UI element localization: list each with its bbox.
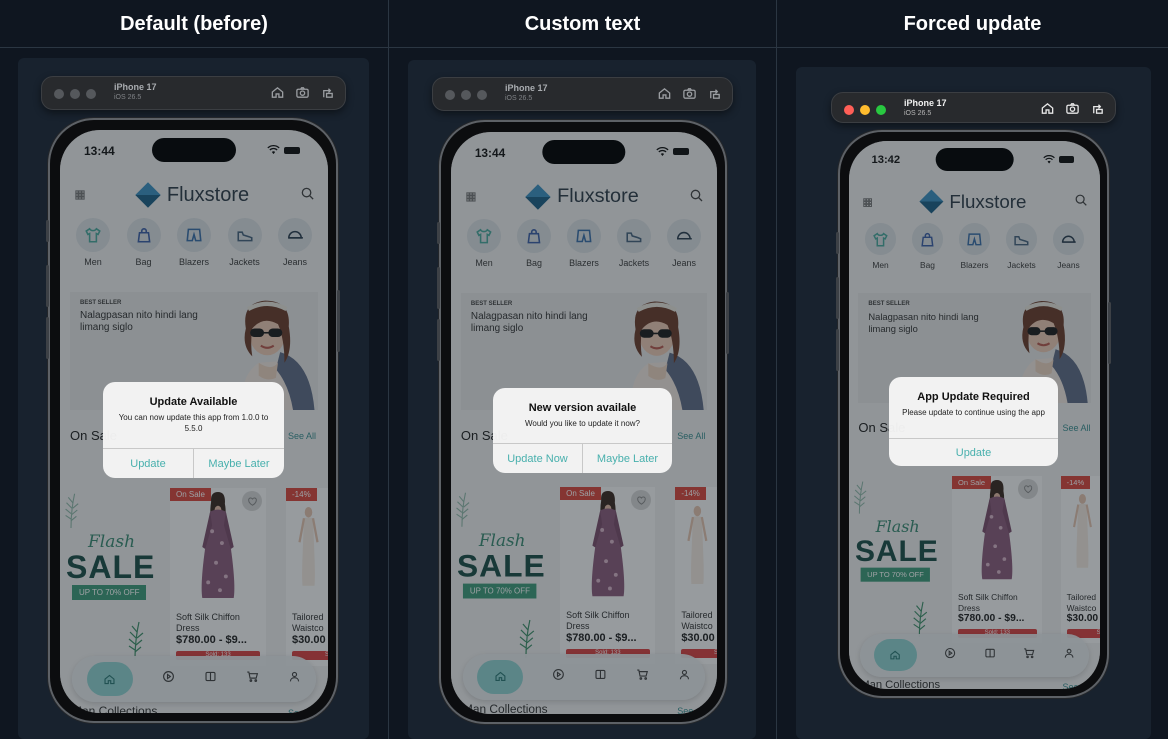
comparison-page: Default (before) iPhone 17 iOS 26.5 13:44 Fl… <box>0 0 1168 739</box>
screenshot-button[interactable] <box>1065 101 1080 121</box>
home-button[interactable] <box>270 85 285 105</box>
alert-message: You can now update this app from 1.0.0 t… <box>118 413 269 433</box>
window-close-button[interactable] <box>54 89 64 99</box>
volume-button <box>836 277 839 319</box>
window-close-button[interactable] <box>844 105 854 115</box>
rotate-button[interactable] <box>707 86 722 106</box>
window-close-button[interactable] <box>445 90 455 100</box>
window-zoom-button[interactable] <box>876 105 886 115</box>
volume-button <box>46 220 49 242</box>
rotate-button[interactable] <box>320 85 335 105</box>
column-divider <box>388 0 389 739</box>
home-icon <box>658 87 671 99</box>
update-button[interactable]: Update <box>889 439 1058 466</box>
camera-icon <box>296 87 309 98</box>
column-heading: Forced update <box>777 0 1168 48</box>
rotate-icon <box>710 89 720 99</box>
window-minimize-button[interactable] <box>70 89 80 99</box>
home-icon <box>1041 102 1054 114</box>
rotate-icon <box>323 88 333 98</box>
rotate-button[interactable] <box>1090 101 1105 121</box>
window-controls <box>445 90 487 100</box>
device-os: iOS 26.5 <box>505 95 533 102</box>
screenshot-button[interactable] <box>295 85 310 105</box>
column-heading: Custom text <box>389 0 776 48</box>
simulator-tools <box>1040 101 1105 121</box>
camera-icon <box>683 88 696 99</box>
volume-button <box>437 319 440 361</box>
update-button[interactable]: Update <box>103 449 193 478</box>
simulator-tools <box>657 86 722 106</box>
screenshot-button[interactable] <box>682 86 697 106</box>
power-button <box>726 292 729 354</box>
window-controls <box>844 105 886 115</box>
window-controls <box>54 89 96 99</box>
home-button[interactable] <box>657 86 672 106</box>
power-button <box>1108 302 1111 364</box>
volume-button <box>836 232 839 254</box>
alert-title: App Update Required <box>917 391 1030 403</box>
column-divider <box>776 0 777 739</box>
alert-title: Update Available <box>149 396 238 408</box>
volume-button <box>46 265 49 307</box>
window-zoom-button[interactable] <box>86 89 96 99</box>
alert-actions: Update Maybe Later <box>103 448 284 478</box>
device-info: iPhone 17 iOS 26.5 <box>505 83 548 103</box>
device-name: iPhone 17 <box>505 83 548 93</box>
alert-actions: Update <box>889 438 1058 466</box>
device-name: iPhone 17 <box>114 82 157 92</box>
power-button <box>337 290 340 352</box>
simulator-tools <box>270 85 335 105</box>
alert-title: New version availale <box>528 402 637 414</box>
home-icon <box>271 86 284 98</box>
device-os: iOS 26.5 <box>114 94 142 101</box>
device-name: iPhone 17 <box>904 98 947 108</box>
simulator-toolbar: iPhone 17 iOS 26.5 <box>831 92 1116 123</box>
window-minimize-button[interactable] <box>461 90 471 100</box>
window-minimize-button[interactable] <box>860 105 870 115</box>
maybe-later-button[interactable]: Maybe Later <box>582 444 672 473</box>
alert-actions: Update Now Maybe Later <box>493 443 672 473</box>
volume-button <box>437 267 440 309</box>
rotate-icon <box>1093 104 1103 114</box>
device-info: iPhone 17 iOS 26.5 <box>114 82 157 102</box>
camera-icon <box>1066 103 1079 114</box>
simulator-toolbar: iPhone 17 iOS 26.5 <box>41 76 346 110</box>
alert-message: Please update to continue using the app <box>902 408 1045 417</box>
simulator-toolbar: iPhone 17 iOS 26.5 <box>432 77 733 111</box>
home-button[interactable] <box>1040 101 1055 121</box>
update-alert-dialog: App Update Required Please update to cont… <box>889 377 1058 466</box>
update-alert-dialog: Update Available You can now update this … <box>103 382 284 478</box>
column-heading: Default (before) <box>0 0 388 48</box>
window-zoom-button[interactable] <box>477 90 487 100</box>
maybe-later-button[interactable]: Maybe Later <box>193 449 284 478</box>
alert-message: Would you like to update it now? <box>524 419 641 428</box>
device-info: iPhone 17 iOS 26.5 <box>904 98 947 118</box>
update-alert-dialog: New version availale Would you like to up… <box>493 388 672 473</box>
device-os: iOS 26.5 <box>904 110 932 117</box>
volume-button <box>437 222 440 244</box>
volume-button <box>46 317 49 359</box>
update-now-button[interactable]: Update Now <box>493 444 582 473</box>
volume-button <box>836 329 839 371</box>
